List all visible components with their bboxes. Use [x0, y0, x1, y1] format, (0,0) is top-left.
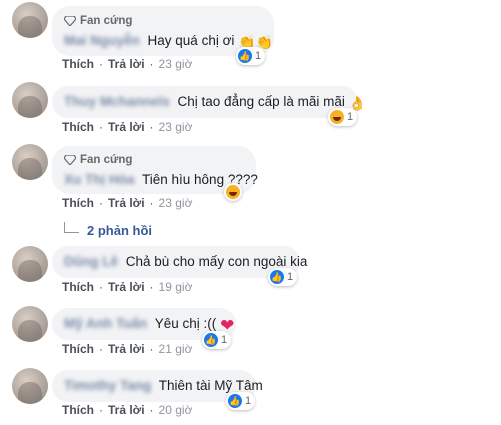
like-button[interactable]: Thích: [62, 57, 94, 71]
comment-text: Yêu chị :((: [154, 316, 217, 331]
commenter-name[interactable]: Mai Nguyễn: [64, 32, 140, 50]
commenter-name[interactable]: Dũng Lê: [64, 253, 118, 271]
commenter-name[interactable]: Mỹ Anh Tuấn: [64, 315, 147, 333]
comment-actions: Thích · Trả lời · 23 giờ: [62, 196, 193, 210]
comment-actions: Thích · Trả lời · 23 giờ: [62, 57, 193, 71]
comment-bubble: Timothy Tang Thiên tài Mỹ Tâm: [52, 370, 263, 402]
comment-bubble: Dũng Lê Chả bù cho mấy con ngoài kia: [52, 246, 307, 278]
like-button[interactable]: Thích: [62, 403, 94, 417]
reaction-count[interactable]: 👍 1: [202, 331, 232, 349]
reply-arrow-icon: [64, 222, 79, 233]
reply-button[interactable]: Trả lời: [108, 280, 145, 294]
fan-badge: Fan cứng: [64, 12, 262, 30]
avatar[interactable]: [12, 144, 48, 180]
like-button[interactable]: Thích: [62, 196, 94, 210]
comment-text: Chả bù cho mấy con ngoài kia: [125, 254, 308, 269]
like-icon: 👍: [270, 270, 284, 284]
diamond-icon: [64, 16, 76, 26]
comment-text: Chị tao đẳng cấp là mãi mãi: [177, 94, 345, 109]
like-button[interactable]: Thích: [62, 342, 94, 356]
comment-text: Hay quá chị ơi: [147, 33, 235, 48]
view-replies-link[interactable]: 2 phản hồi: [64, 222, 152, 238]
commenter-name[interactable]: Timothy Tang: [64, 377, 151, 395]
comment-text: Tiên hìu hông ????: [142, 172, 258, 187]
haha-icon: [330, 110, 344, 124]
timestamp[interactable]: 23 giờ: [159, 57, 193, 71]
comment-actions: Thích · Trả lời · 20 giờ: [62, 403, 193, 417]
reply-button[interactable]: Trả lời: [108, 342, 145, 356]
comment-actions: Thích · Trả lời · 21 giờ: [62, 342, 193, 356]
haha-icon: [226, 185, 240, 199]
like-icon: 👍: [228, 394, 242, 408]
reply-button[interactable]: Trả lời: [108, 57, 145, 71]
reply-button[interactable]: Trả lời: [108, 120, 145, 134]
comment-actions: Thích · Trả lời · 19 giờ: [62, 280, 193, 294]
timestamp[interactable]: 19 giờ: [159, 280, 193, 294]
like-icon: 👍: [238, 49, 252, 63]
timestamp[interactable]: 23 giờ: [159, 196, 193, 210]
comment-text: Thiên tài Mỹ Tâm: [158, 378, 263, 393]
commenter-name[interactable]: Thuy Mchannels: [64, 93, 170, 111]
fan-badge: Fan cứng: [64, 151, 244, 169]
like-button[interactable]: Thích: [62, 280, 94, 294]
diamond-icon: [64, 155, 76, 165]
avatar[interactable]: [12, 2, 48, 38]
reaction-count[interactable]: 👍 1: [236, 47, 266, 65]
reply-button[interactable]: Trả lời: [108, 196, 145, 210]
comment-actions: Thích · Trả lời · 23 giờ: [62, 120, 193, 134]
avatar[interactable]: [12, 82, 48, 118]
reaction-count[interactable]: 👍 1: [226, 392, 256, 410]
reaction-count[interactable]: 👍 1: [268, 268, 298, 286]
commenter-name[interactable]: Xu Thị Hòa: [64, 171, 135, 189]
avatar[interactable]: [12, 246, 48, 282]
comment-bubble: Thuy Mchannels Chị tao đẳng cấp là mãi m…: [52, 86, 366, 118]
timestamp[interactable]: 20 giờ: [159, 403, 193, 417]
reply-button[interactable]: Trả lời: [108, 403, 145, 417]
like-button[interactable]: Thích: [62, 120, 94, 134]
avatar[interactable]: [12, 306, 48, 342]
reaction-count[interactable]: 1: [328, 108, 358, 126]
like-icon: 👍: [204, 333, 218, 347]
timestamp[interactable]: 21 giờ: [159, 342, 193, 356]
timestamp[interactable]: 23 giờ: [159, 120, 193, 134]
reaction-icon[interactable]: [224, 183, 242, 201]
avatar[interactable]: [12, 368, 48, 404]
